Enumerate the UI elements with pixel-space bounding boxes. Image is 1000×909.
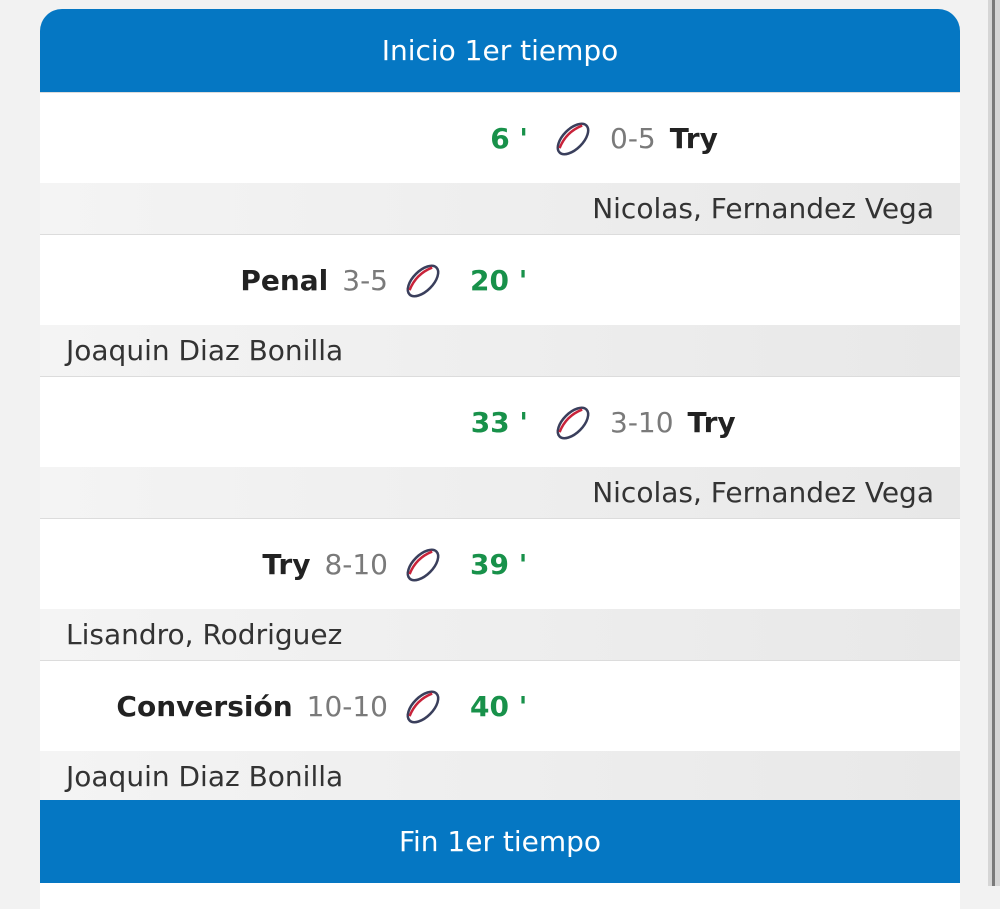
timeline-event[interactable]: Penal 3-5 20 ' Joaquin Diaz Bonilla [40,234,960,376]
event-type: Try [262,547,311,581]
event-minute: 20 ' [470,263,528,297]
event-minute: 40 ' [470,689,528,723]
event-minute: 6 ' [490,121,528,155]
event-info: Conversión 10-10 [116,661,388,751]
rugby-ball-icon [402,687,444,727]
event-player: Joaquin Diaz Bonilla [40,325,960,376]
event-main-row: 33 ' 3-10 Try [40,377,960,467]
event-score: 10-10 [306,689,388,723]
event-player: Lisandro, Rodriguez [40,609,960,660]
event-score: 3-5 [342,263,388,297]
match-timeline-card: Inicio 1er tiempo 6 ' 0-5 Try Nicolas, F… [40,9,960,909]
event-info: Penal 3-5 [240,235,388,325]
event-info: 0-5 Try [610,93,718,183]
period-end-header: Fin 1er tiempo [40,800,960,883]
scrollbar[interactable] [988,0,1000,886]
rugby-ball-icon [552,119,594,159]
rugby-ball-icon [402,545,444,585]
event-info: Try 8-10 [262,519,388,609]
event-score: 0-5 [610,121,656,155]
timeline-event[interactable]: 6 ' 0-5 Try Nicolas, Fernandez Vega [40,92,960,234]
event-type: Try [687,405,736,439]
event-type: Penal [240,263,329,297]
event-main-row: Conversión 10-10 40 ' [40,661,960,751]
event-main-row: 6 ' 0-5 Try [40,93,960,183]
period-start-header: Inicio 1er tiempo [40,9,960,92]
event-minute: 33 ' [470,405,528,439]
event-info: 3-10 Try [610,377,736,467]
timeline-event[interactable]: Conversión 10-10 40 ' Joaquin Diaz Bonil… [40,660,960,802]
event-player: Nicolas, Fernandez Vega [40,467,960,518]
rugby-ball-icon [402,261,444,301]
event-score: 3-10 [610,405,674,439]
event-main-row: Penal 3-5 20 ' [40,235,960,325]
event-score: 8-10 [324,547,388,581]
rugby-ball-icon [552,403,594,443]
event-type: Try [669,121,718,155]
timeline-event[interactable]: 33 ' 3-10 Try Nicolas, Fernandez Vega [40,376,960,518]
event-type: Conversión [116,689,293,723]
event-player: Nicolas, Fernandez Vega [40,183,960,234]
event-main-row: Try 8-10 39 ' [40,519,960,609]
event-player: Joaquin Diaz Bonilla [40,751,960,802]
event-minute: 39 ' [470,547,528,581]
timeline-event[interactable]: Try 8-10 39 ' Lisandro, Rodriguez [40,518,960,660]
